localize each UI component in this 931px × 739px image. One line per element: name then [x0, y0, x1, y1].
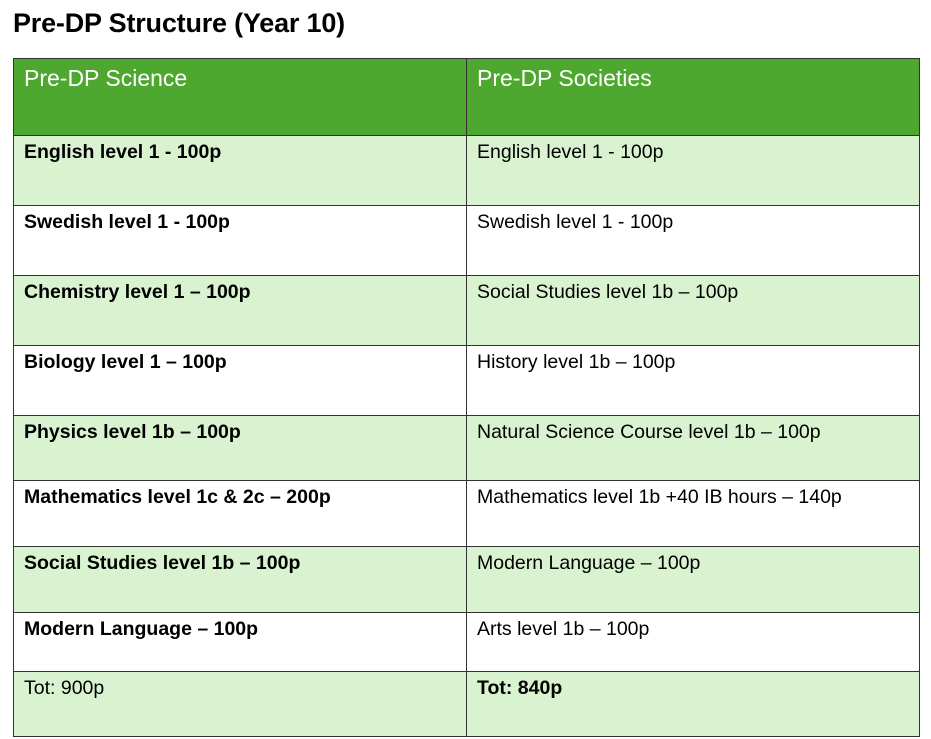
table-cell: Social Studies level 1b – 100p — [13, 546, 467, 613]
table-row: Physics level 1b – 100p Natural Science … — [13, 415, 920, 481]
table-cell: English level 1 - 100p — [466, 135, 920, 206]
table-cell: Mathematics level 1c & 2c – 200p — [13, 480, 467, 547]
total-row: Tot: 900p Tot: 840p — [13, 671, 920, 737]
table-cell: Chemistry level 1 – 100p — [13, 275, 467, 346]
table-cell: Swedish level 1 - 100p — [466, 205, 920, 276]
table-row: English level 1 - 100p English level 1 -… — [13, 135, 920, 206]
table-cell: Physics level 1b – 100p — [13, 415, 467, 481]
table-cell: Modern Language – 100p — [466, 546, 920, 613]
table-cell: Social Studies level 1b – 100p — [466, 275, 920, 346]
total-cell-science: Tot: 900p — [13, 671, 467, 737]
table-row: Biology level 1 – 100p History level 1b … — [13, 345, 920, 416]
table-cell: Arts level 1b – 100p — [466, 612, 920, 672]
table-cell: Mathematics level 1b +40 IB hours – 140p — [466, 480, 920, 547]
table-cell: Swedish level 1 - 100p — [13, 205, 467, 276]
table-cell: Biology level 1 – 100p — [13, 345, 467, 416]
table-cell: Natural Science Course level 1b – 100p — [466, 415, 920, 481]
table-row: Mathematics level 1c & 2c – 200p Mathema… — [13, 480, 920, 547]
header-cell-societies: Pre-DP Societies — [466, 58, 920, 136]
table-row: Swedish level 1 - 100p Swedish level 1 -… — [13, 205, 920, 276]
header-cell-science: Pre-DP Science — [13, 58, 467, 136]
table-cell: History level 1b – 100p — [466, 345, 920, 416]
table-row: Modern Language – 100p Arts level 1b – 1… — [13, 612, 920, 672]
table-row: Chemistry level 1 – 100p Social Studies … — [13, 275, 920, 346]
header-row: Pre-DP Science Pre-DP Societies — [13, 58, 920, 136]
page-title: Pre-DP Structure (Year 10) — [13, 8, 345, 38]
table-cell: English level 1 - 100p — [13, 135, 467, 206]
table-row: Social Studies level 1b – 100p Modern La… — [13, 546, 920, 613]
structure-table: Pre-DP Science Pre-DP Societies English … — [13, 58, 920, 737]
total-cell-societies: Tot: 840p — [466, 671, 920, 737]
table-cell: Modern Language – 100p — [13, 612, 467, 672]
